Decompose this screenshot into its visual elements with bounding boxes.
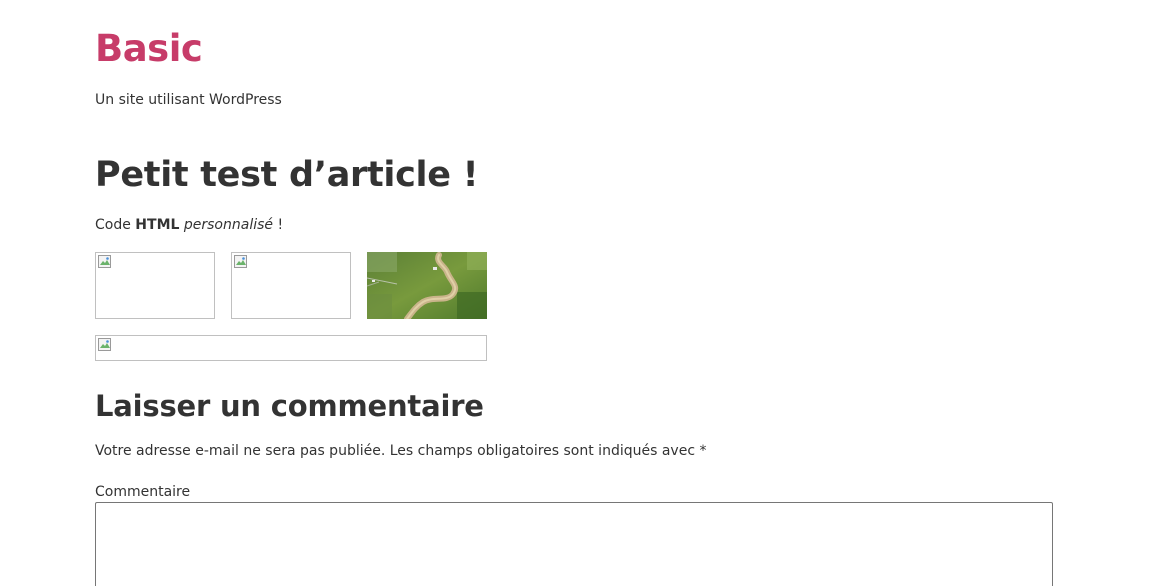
image-gallery [95, 252, 495, 319]
aerial-river-photo [367, 252, 487, 319]
content-italic: personnalisé [183, 217, 274, 233]
broken-image-1 [95, 252, 215, 319]
required-mark: * [699, 443, 707, 459]
comment-section-title: Laisser un commentaire [95, 389, 484, 423]
site-title-link[interactable]: Basic [95, 26, 203, 72]
comment-notes: Votre adresse e-mail ne sera pas publiée… [95, 441, 706, 461]
article-title: Petit test d’article ! [95, 155, 479, 195]
broken-image-icon [98, 338, 111, 351]
page: Basic Un site utilisant WordPress Petit … [0, 0, 1170, 586]
comment-textarea[interactable] [95, 502, 1053, 586]
content-prefix: Code [95, 217, 136, 233]
broken-image-icon [234, 255, 247, 268]
comment-label: Commentaire [95, 484, 191, 500]
comment-notes-text: Votre adresse e-mail ne sera pas publiée… [95, 443, 700, 459]
site-tagline: Un site utilisant WordPress [95, 92, 282, 108]
aerial-river-photo-graphic [367, 252, 487, 319]
content-suffix: ! [273, 217, 284, 233]
content-bold: HTML [135, 217, 180, 233]
broken-image-2 [231, 252, 351, 319]
broken-image-icon [98, 255, 111, 268]
article-content: Code HTML personnalisé ! [95, 215, 283, 235]
broken-image-wide [95, 335, 487, 361]
